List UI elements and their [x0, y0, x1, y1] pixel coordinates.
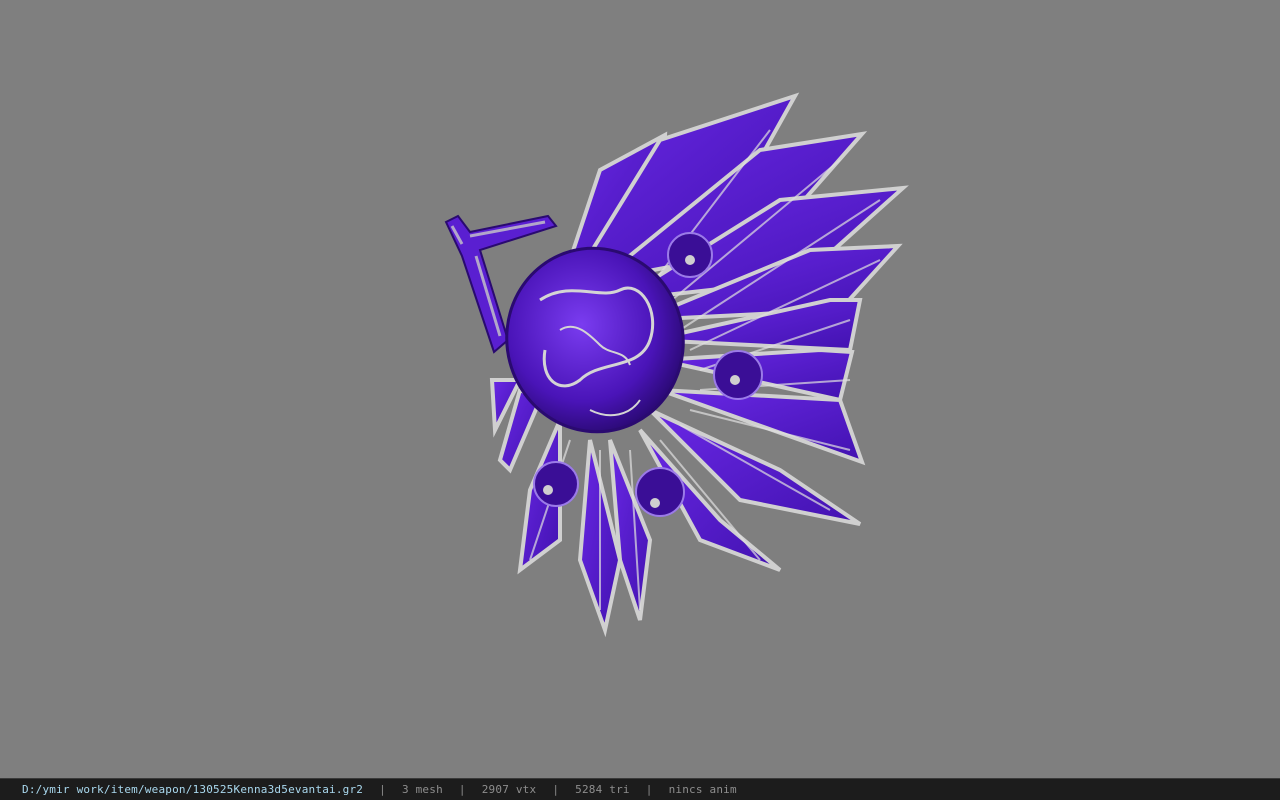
status-bar: D:/ymir work/item/weapon/130525Kenna3d5e…: [0, 778, 1280, 800]
separator: |: [379, 783, 386, 796]
file-path: D:/ymir work/item/weapon/130525Kenna3d5e…: [22, 783, 364, 796]
weapon-fan-model: [444, 92, 909, 638]
triangle-count: 5284 tri: [575, 783, 630, 796]
mesh-count: 3 mesh: [401, 783, 443, 796]
separator: |: [552, 783, 560, 796]
separator: |: [458, 783, 466, 796]
separator: |: [645, 783, 653, 796]
anim-status: nincs anim: [668, 783, 737, 796]
3d-viewport[interactable]: [0, 0, 1280, 778]
vertex-count: 2907 vtx: [481, 783, 537, 796]
